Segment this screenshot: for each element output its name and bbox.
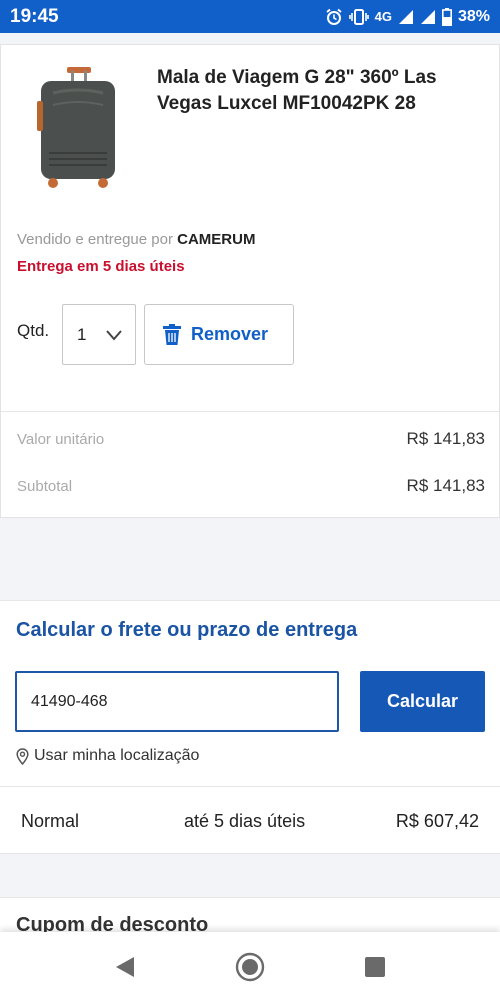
status-bar: 19:45 4G 38% [0,0,500,33]
home-button[interactable] [235,952,265,982]
unit-price-label: Valor unitário [17,430,105,448]
remove-button[interactable]: Remover [144,304,294,365]
shipping-option-price: R$ 607,42 [395,811,479,831]
trash-icon [163,323,181,345]
battery-level: 38% [457,7,490,25]
cart-item-card: Mala de Viagem G 28" 360º Las Vegas Luxc… [0,44,500,518]
recents-icon [365,957,385,977]
delivery-estimate: Entrega em 5 dias úteis [17,258,185,275]
status-icons: 4G 38% [325,7,490,26]
shipping-option-row[interactable]: Normal até 5 dias úteis R$ 607,42 [0,786,500,854]
subtotal-row: Subtotal R$ 141,83 [17,476,485,496]
android-nav-bar [0,932,500,1000]
calculate-button[interactable]: Calcular [360,671,485,732]
subtotal-label: Subtotal [17,477,73,495]
location-pin-icon [16,747,29,765]
subtotal-value: R$ 141,83 [406,476,485,495]
unit-price-value: R$ 141,83 [406,429,485,448]
product-image[interactable] [31,65,127,193]
shipping-title: Calcular o frete ou prazo de entrega [16,619,358,641]
back-button[interactable] [110,952,140,982]
signal-icon [398,9,413,24]
seller-prefix: Vendido e entregue por [17,231,173,248]
quantity-select[interactable]: 1 [62,304,136,365]
seller-name: CAMERUM [177,231,256,248]
shipping-option-time: até 5 dias úteis [184,811,306,831]
vibrate-icon [348,8,369,25]
chevron-down-icon [106,330,122,341]
shipping-calculator: Calcular o frete ou prazo de entrega Cal… [0,600,500,786]
home-icon [235,952,265,982]
use-location-label: Usar minha localização [34,747,200,764]
use-location-link[interactable]: Usar minha localização [16,747,199,765]
status-time: 19:45 [10,5,59,27]
product-title[interactable]: Mala de Viagem G 28" 360º Las Vegas Luxc… [157,65,487,117]
quantity-label: Qtd. [17,321,50,340]
signal-icon-2 [420,9,435,24]
shipping-option-name: Normal [21,811,80,831]
recents-button[interactable] [360,952,390,982]
cep-input[interactable] [15,671,339,732]
remove-label: Remover [191,324,269,344]
seller-info: Vendido e entregue por CAMERUM [17,231,255,248]
battery-icon [441,7,452,26]
quantity-value: 1 [77,324,87,344]
alarm-icon [326,8,342,25]
unit-price-row: Valor unitário R$ 141,83 [17,429,485,449]
coupon-section[interactable]: Cupom de desconto [0,897,500,937]
divider [1,411,499,412]
back-icon [116,957,134,977]
network-type: 4G [374,9,392,24]
